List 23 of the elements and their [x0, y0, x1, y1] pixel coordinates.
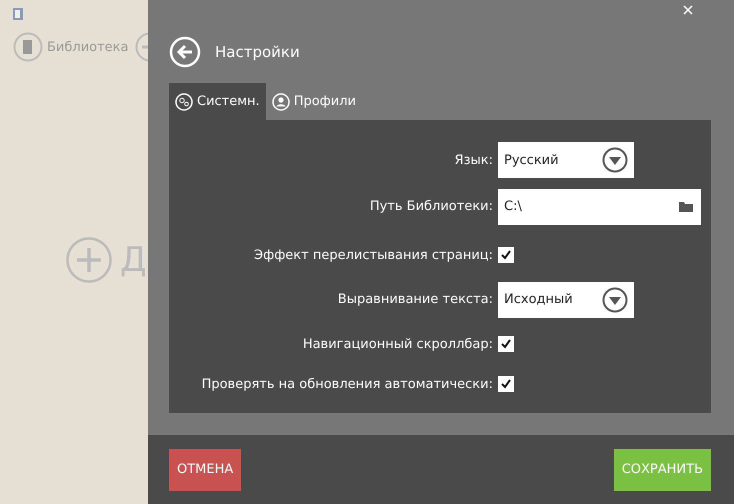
dropdown[interactable]: Русский [498, 142, 634, 178]
field-label: Эффект перелистывания страниц: [253, 248, 493, 262]
tab[interactable]: Системн. [169, 83, 266, 120]
gears-icon [175, 92, 193, 110]
user-icon [272, 92, 290, 110]
field-label: Навигационный скроллбар: [302, 336, 493, 352]
dropdown[interactable]: Исходный [498, 282, 634, 318]
field-label: Выравнивание текста: [336, 292, 493, 307]
checkbox[interactable] [498, 376, 514, 392]
field-label: Проверять на обновления автоматически: [200, 376, 493, 392]
back-icon[interactable] [169, 36, 201, 68]
checkbox[interactable] [498, 247, 514, 263]
app-icon [13, 8, 23, 20]
path-field[interactable]: C:\ [498, 188, 701, 224]
field-label: Язык: [454, 152, 493, 168]
tab[interactable]: Профили [266, 83, 362, 120]
close-icon [683, 5, 693, 15]
folder-icon[interactable] [679, 201, 693, 212]
book-icon [13, 32, 43, 62]
settings-title: Настройки [215, 43, 300, 61]
checkbox[interactable] [498, 336, 514, 352]
field-label: Путь Библиотеки: [368, 199, 493, 214]
cancel-button[interactable]: ОТМЕНА [169, 448, 242, 490]
